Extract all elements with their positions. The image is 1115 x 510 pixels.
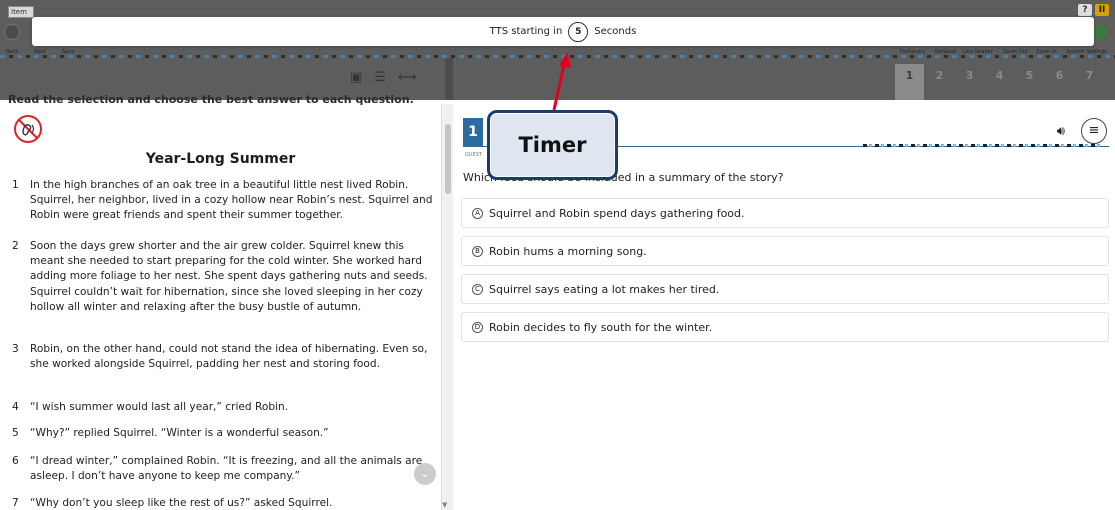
choice-letter: C	[472, 283, 483, 295]
question-tabs: 1 2 3 4 5 6 7	[895, 64, 1104, 100]
panel-divider-top	[445, 58, 453, 100]
test-app: Item ? II Back Next Save Dictionary Note…	[0, 0, 1115, 510]
scrollbar-thumb[interactable]	[445, 124, 451, 194]
paragraph-number: 4	[12, 401, 19, 413]
choice-d[interactable]: D Robin decides to fly south for the win…	[461, 312, 1109, 342]
tab-question-4[interactable]: 4	[985, 64, 1014, 88]
tab-question-3[interactable]: 3	[955, 64, 984, 88]
paragraph-text: “Why?” replied Squirrel. “Winter is a wo…	[30, 427, 329, 439]
paragraph-number: 3	[12, 343, 19, 355]
top-right-controls: ? II	[1078, 4, 1109, 16]
tab-question-5[interactable]: 5	[1015, 64, 1044, 88]
paragraph-number: 2	[12, 240, 19, 252]
scroll-down-arrow-icon[interactable]: ▼	[442, 501, 447, 509]
paragraph-3: 3 Robin, on the other hand, could not sta…	[0, 342, 434, 372]
choice-text: Squirrel says eating a lot makes her tir…	[489, 282, 720, 296]
tts-suffix: Seconds	[594, 26, 637, 37]
paragraph-4: 4 “I wish summer would last all year,” cr…	[0, 400, 434, 415]
toolbar-overlay: Item ? II Back Next Save Dictionary Note…	[0, 0, 1115, 106]
paragraph-text: “I dread winter,” complained Robin. “It …	[30, 455, 423, 483]
paragraph-5: 5 “Why?” replied Squirrel. “Winter is a w…	[0, 426, 434, 441]
paragraph-number: 7	[12, 497, 19, 509]
back-arrow-icon[interactable]	[4, 24, 20, 40]
passage-tools: ▣ ☰ ⟷	[350, 70, 417, 85]
paragraph-text: “I wish summer would last all year,” cri…	[30, 401, 289, 413]
paragraph-text: Robin, on the other hand, could not stan…	[30, 343, 428, 371]
choice-b[interactable]: B Robin hums a morning song.	[461, 236, 1109, 266]
tts-countdown: 5	[568, 21, 589, 42]
tts-banner: TTS starting in 5 Seconds	[32, 17, 1094, 46]
choice-letter: D	[472, 321, 483, 333]
passage-scrollbar[interactable]	[441, 104, 453, 510]
help-button[interactable]: ?	[1078, 4, 1092, 16]
tab-question-2[interactable]: 2	[925, 64, 954, 88]
choice-text: Robin hums a morning song.	[489, 244, 647, 258]
menu-icon[interactable]: ☰	[374, 70, 386, 85]
paragraph-number: 1	[12, 179, 19, 191]
item-tag: Item	[8, 6, 34, 18]
pause-button[interactable]: II	[1095, 4, 1109, 16]
choice-letter: B	[472, 245, 483, 257]
guest-label: GUEST	[465, 152, 482, 158]
tab-question-1[interactable]: 1	[895, 64, 924, 100]
tts-muted-icon[interactable]	[13, 114, 43, 144]
settings-circle-icon[interactable]	[1093, 25, 1107, 39]
paragraph-1: 1 In the high branches of an oak tree in…	[0, 178, 434, 224]
context-menu-icon[interactable]: ≡	[1081, 118, 1107, 144]
passage-panel: Year-Long Summer 1 In the high branches …	[0, 104, 441, 510]
paragraph-text: Soon the days grew shorter and the air g…	[30, 240, 428, 313]
tab-question-7[interactable]: 7	[1075, 64, 1104, 88]
paragraph-number: 5	[12, 427, 19, 439]
toolbar-dashed-rule	[0, 55, 1115, 58]
expand-arrows-icon[interactable]: ⟷	[398, 70, 417, 85]
choice-c[interactable]: C Squirrel says eating a lot makes her t…	[461, 274, 1109, 304]
paragraph-text: In the high branches of an oak tree in a…	[30, 179, 433, 222]
question-dotted-rule	[863, 144, 1103, 147]
copy-icon[interactable]: ▣	[350, 70, 362, 85]
timer-callout: Timer	[487, 110, 618, 180]
tab-question-6[interactable]: 6	[1045, 64, 1074, 88]
passage-title: Year-Long Summer	[145, 151, 296, 167]
tts-speaker-icon[interactable]: 🔊︎	[1057, 124, 1065, 139]
choice-text: Squirrel and Robin spend days gathering …	[489, 206, 745, 220]
paragraph-2: 2 Soon the days grew shorter and the air …	[0, 239, 434, 315]
paragraph-text: “Why don’t you sleep like the rest of us…	[30, 497, 333, 509]
tts-prefix: TTS starting in	[489, 26, 563, 37]
choice-letter: A	[472, 207, 483, 219]
paragraph-number: 6	[12, 455, 19, 467]
choice-text: Robin decides to fly south for the winte…	[489, 320, 713, 334]
paragraph-7: 7 “Why don’t you sleep like the rest of u…	[0, 496, 434, 510]
question-number: 1	[463, 118, 483, 146]
choice-a[interactable]: A Squirrel and Robin spend days gatherin…	[461, 198, 1109, 228]
paragraph-6: 6 “I dread winter,” complained Robin. “It…	[0, 454, 434, 484]
scroll-down-fab-icon[interactable]: ⌄	[414, 463, 436, 485]
